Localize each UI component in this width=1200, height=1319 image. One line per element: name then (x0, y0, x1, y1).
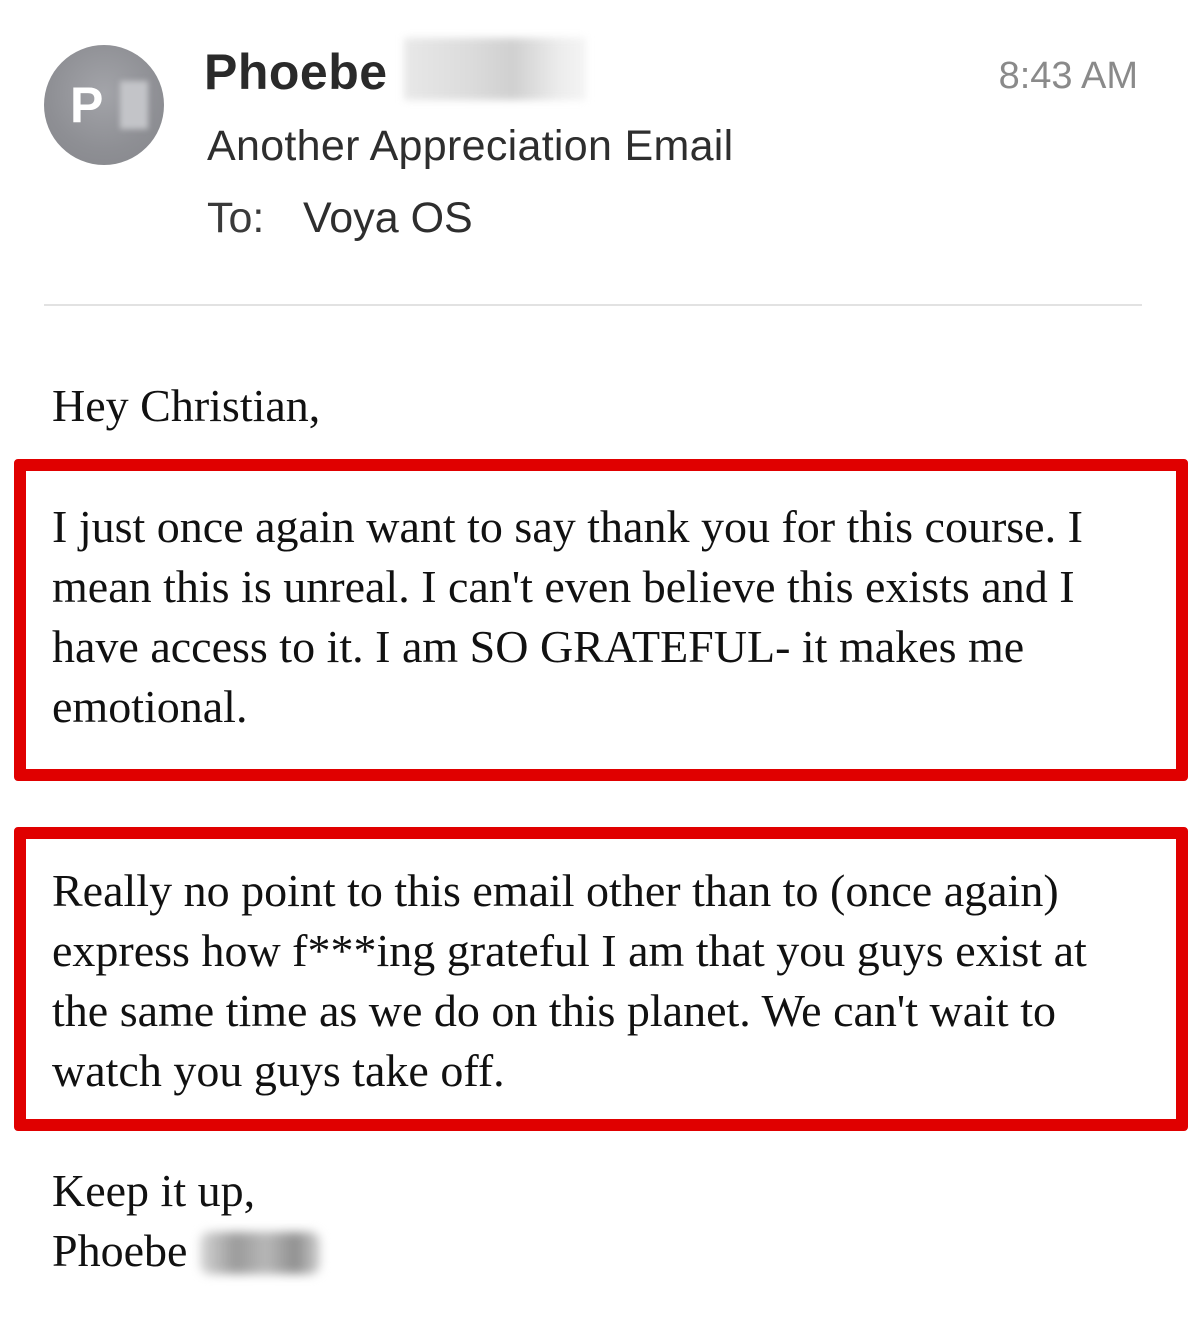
paragraph-line: express how f***ing grateful I am that y… (52, 925, 1087, 976)
paragraph-line: mean this is unreal. I can't even believ… (52, 561, 1075, 612)
paragraph-line: Really no point to this email other than… (52, 865, 1059, 916)
header-divider (44, 304, 1142, 306)
paragraph-line: emotional. (52, 681, 248, 732)
avatar-redaction (120, 81, 148, 129)
paragraph-line: have access to it. I am SO GRATEFUL- it … (52, 621, 1025, 672)
body-paragraph-2: Really no point to this email other than… (52, 861, 1172, 1101)
recipient-name[interactable]: Voya OS (303, 194, 473, 242)
avatar-initial: P (70, 77, 104, 133)
paragraph-line: watch you guys take off. (52, 1045, 505, 1096)
sender-avatar: P (44, 45, 164, 165)
body-paragraph-1: I just once again want to say thank you … (52, 497, 1172, 737)
paragraph-line: I just once again want to say thank you … (52, 501, 1083, 552)
email-signoff: Keep it up, (52, 1165, 256, 1216)
email-subject: Another Appreciation Email (207, 122, 734, 170)
sender-surname-redaction (404, 38, 586, 100)
sender-name: Phoebe (204, 44, 388, 100)
to-label: To: (207, 194, 265, 242)
recipient-row: To: Voya OS (207, 192, 473, 244)
signature-surname-redaction (200, 1232, 320, 1274)
email-signature: Phoebe (52, 1225, 188, 1276)
email-greeting: Hey Christian, (52, 380, 321, 431)
paragraph-line: the same time as we do on this planet. W… (52, 985, 1056, 1036)
email-timestamp: 8:43 AM (998, 55, 1138, 97)
